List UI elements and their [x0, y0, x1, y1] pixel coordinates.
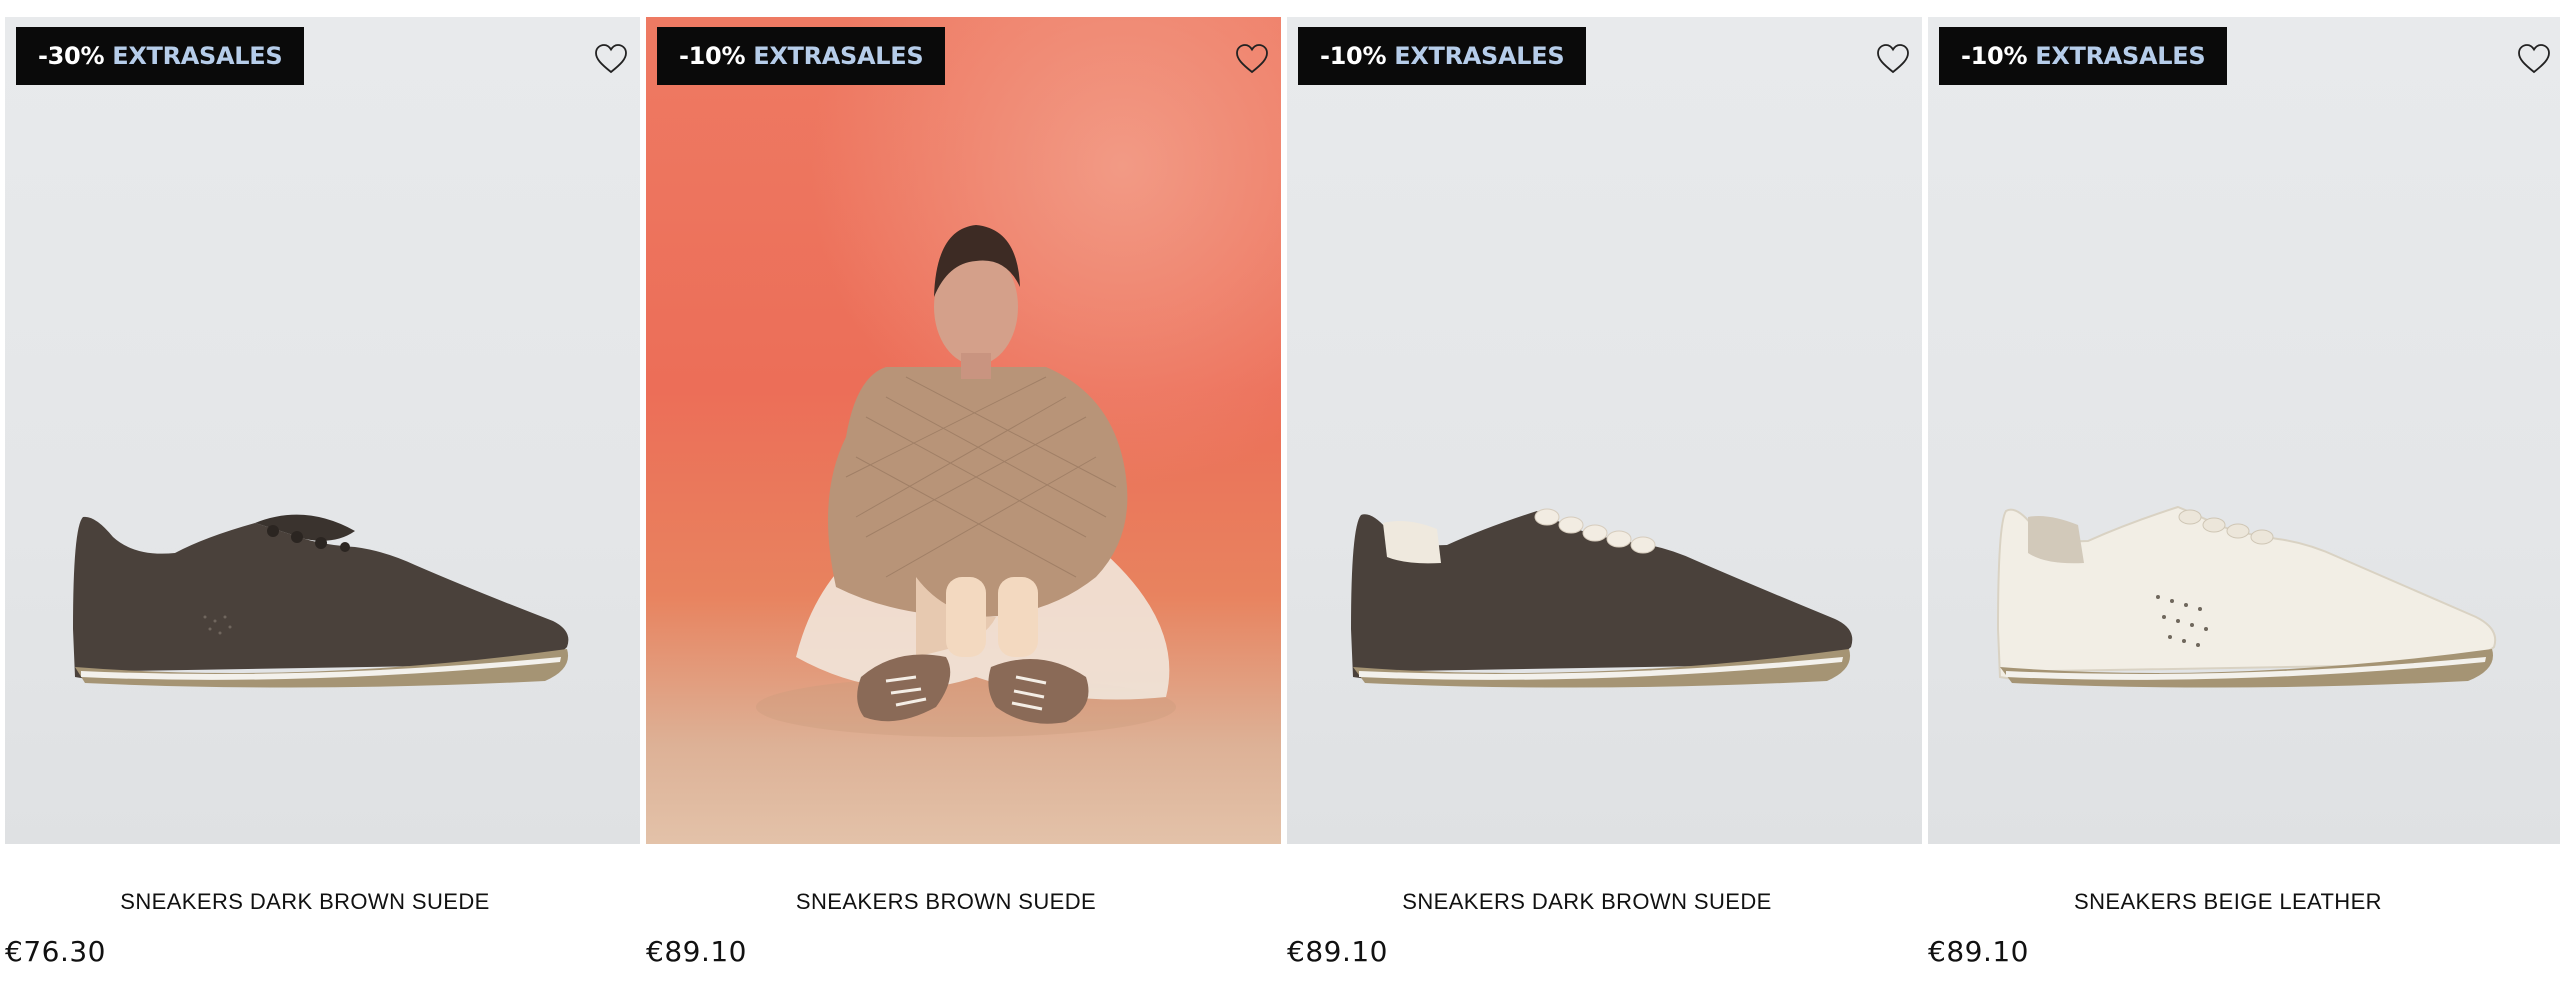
product-card[interactable]: -30% EXTRASALES SNEAKERS DARK BROWN SUED… — [5, 17, 640, 987]
product-name[interactable]: SNEAKERS DARK BROWN SUEDE — [5, 889, 605, 915]
product-image[interactable]: -10% EXTRASALES — [1928, 17, 2560, 844]
product-price: €89.10 — [1928, 935, 2029, 968]
discount-percent: -10% — [1961, 42, 2028, 70]
heart-icon[interactable] — [2517, 43, 2551, 77]
heart-icon[interactable] — [594, 43, 628, 77]
discount-badge: -30% EXTRASALES — [16, 27, 305, 85]
product-card[interactable]: -10% EXTRASALES SNEAKERS DARK BROWN SUED… — [1287, 17, 1922, 987]
product-price: €76.30 — [5, 935, 106, 968]
product-image[interactable]: -10% EXTRASALES — [646, 17, 1281, 844]
discount-badge: -10% EXTRASALES — [657, 27, 946, 85]
sneaker-dark-brown-illustration — [73, 514, 569, 688]
product-grid: -30% EXTRASALES SNEAKERS DARK BROWN SUED… — [5, 17, 2560, 987]
sneaker-dark-brown-cream-laces-illustration — [1351, 508, 1853, 688]
discount-percent: -10% — [1320, 42, 1387, 70]
discount-label: EXTRASALES — [1394, 42, 1565, 70]
product-name[interactable]: SNEAKERS BROWN SUEDE — [646, 889, 1246, 915]
discount-label: EXTRASALES — [753, 42, 924, 70]
discount-label: EXTRASALES — [2035, 42, 2206, 70]
product-price: €89.10 — [646, 935, 747, 968]
discount-badge: -10% EXTRASALES — [1939, 27, 2228, 85]
product-name[interactable]: SNEAKERS DARK BROWN SUEDE — [1287, 889, 1887, 915]
discount-badge: -10% EXTRASALES — [1298, 27, 1587, 85]
product-card[interactable]: -10% EXTRASALES SNEAKERS BROWN SUEDE €89… — [646, 17, 1281, 987]
sneaker-beige-leather-illustration — [1996, 505, 2497, 688]
product-price: €89.10 — [1287, 935, 1388, 968]
heart-icon[interactable] — [1876, 43, 1910, 77]
product-image[interactable]: -30% EXTRASALES — [5, 17, 640, 844]
heart-icon[interactable] — [1235, 43, 1269, 77]
discount-percent: -30% — [38, 42, 105, 70]
product-name[interactable]: SNEAKERS BEIGE LEATHER — [1928, 889, 2528, 915]
model-illustration — [756, 225, 1176, 737]
product-card[interactable]: -10% EXTRASALES SNEAKERS BEIGE LEATHER €… — [1928, 17, 2560, 987]
product-image[interactable]: -10% EXTRASALES — [1287, 17, 1922, 844]
discount-label: EXTRASALES — [112, 42, 283, 70]
discount-percent: -10% — [679, 42, 746, 70]
